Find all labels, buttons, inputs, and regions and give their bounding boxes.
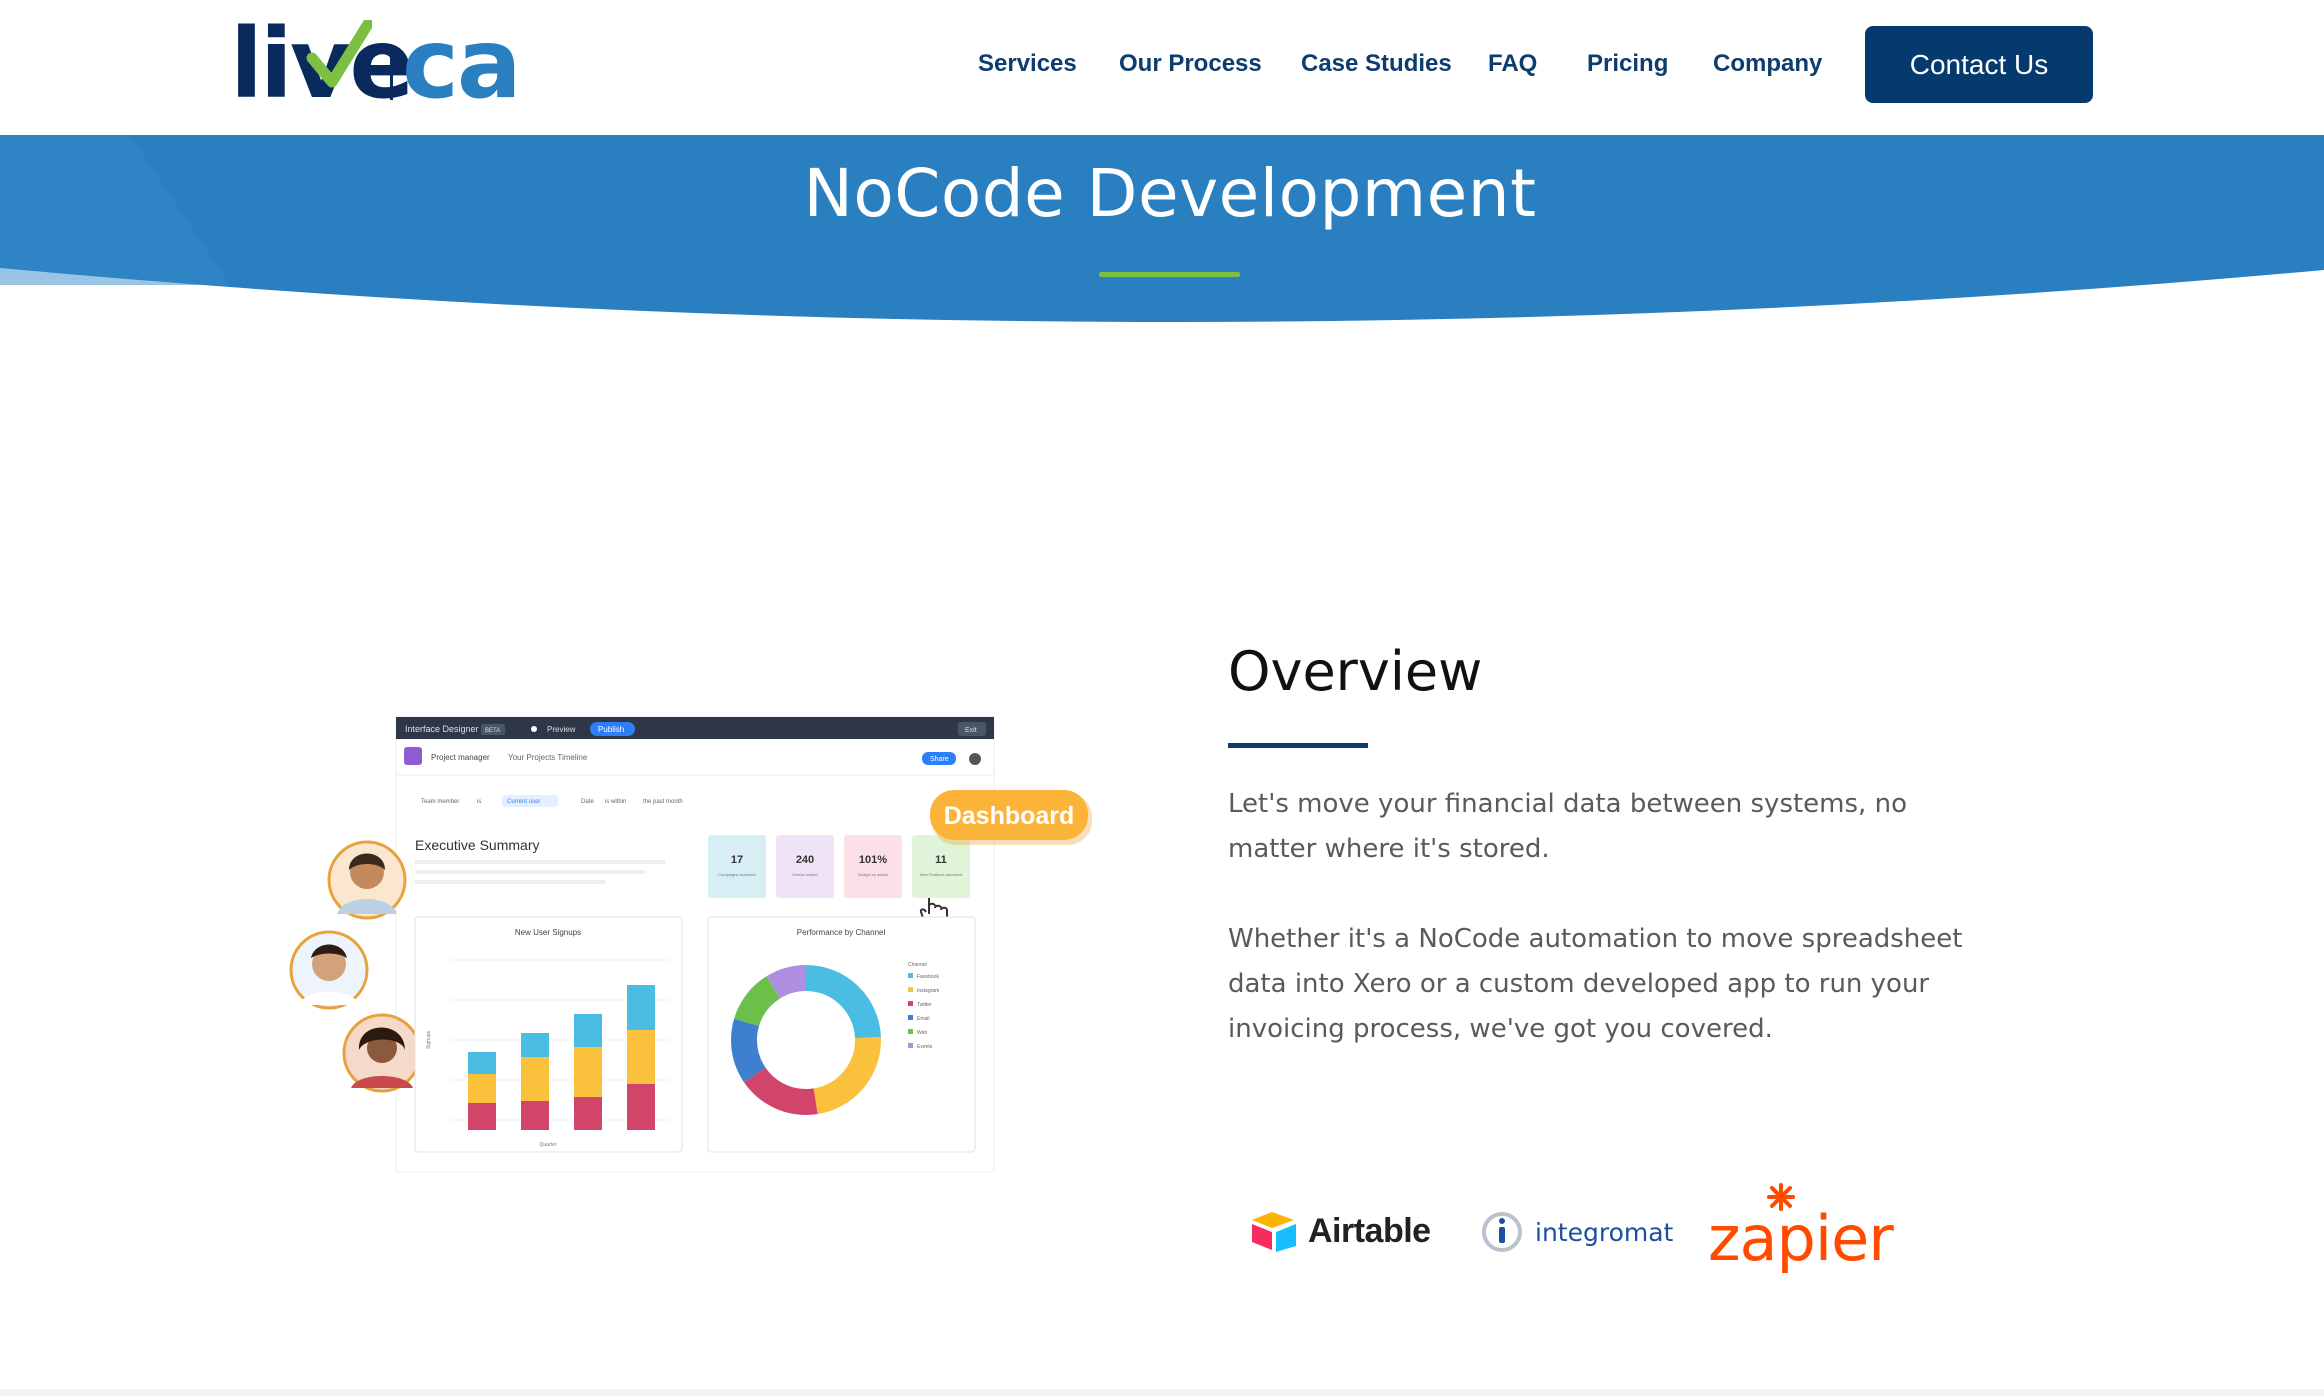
bar-chart-title: New User Signups — [515, 928, 581, 937]
publish-button: Publish — [598, 725, 624, 734]
svg-text:Current user: Current user — [507, 799, 540, 805]
svg-text:11: 11 — [935, 854, 947, 866]
nav-pricing[interactable]: Pricing — [1587, 44, 1668, 84]
beta-tag: BETA — [485, 728, 500, 734]
overview-paragraph-1: Let's move your financial data between s… — [1228, 789, 1907, 864]
svg-text:Email: Email — [917, 1016, 930, 1022]
overview-paragraph-2: Whether it's a NoCode automation to move… — [1228, 924, 1963, 1044]
svg-text:240: 240 — [796, 854, 814, 866]
integromat-label: integromat — [1535, 1218, 1674, 1247]
site-header: live ca Services Our Process Case Studie… — [0, 0, 2324, 135]
project-name: Project manager — [431, 753, 490, 762]
svg-text:101%: 101% — [859, 854, 887, 866]
svg-text:Events: Events — [917, 1044, 933, 1050]
logo-divider — [390, 48, 393, 100]
nav-company[interactable]: Company — [1713, 44, 1822, 84]
dashboard-illustration: Interface Designer BETA Preview Publish … — [289, 716, 1092, 1173]
svg-text:Web: Web — [917, 1030, 927, 1036]
user-avatar-icon — [969, 753, 981, 765]
airtable-label: Airtable — [1308, 1212, 1431, 1250]
svg-text:Campaigns launched: Campaigns launched — [718, 872, 756, 877]
title-underline — [1099, 272, 1240, 277]
svg-text:Facebook: Facebook — [917, 974, 939, 980]
partner-logos: Airtable integromat zapier — [1250, 1183, 1900, 1280]
executive-summary-heading: Executive Summary — [415, 837, 539, 853]
zapier-label: zapier — [1708, 1202, 1894, 1275]
integromat-logo: integromat — [1480, 1210, 1673, 1260]
dashboard-badge-label: Dashboard — [944, 802, 1075, 830]
svg-text:17: 17 — [731, 854, 743, 866]
overview-underline — [1228, 743, 1368, 748]
svg-text:Channel: Channel — [908, 962, 927, 968]
nav-faq[interactable]: FAQ — [1488, 44, 1537, 84]
svg-text:the past month: the past month — [643, 799, 683, 805]
svg-text:Events hosted: Events hosted — [792, 872, 817, 877]
donut-title: Performance by Channel — [797, 928, 886, 937]
airtable-logo: Airtable — [1250, 1210, 1431, 1260]
preview-toggle: Preview — [547, 725, 576, 734]
projects-timeline-label: Your Projects Timeline — [508, 753, 588, 762]
svg-text:is: is — [477, 799, 481, 805]
liveca-logo[interactable]: live ca — [230, 8, 530, 120]
svg-text:New Features launched: New Features launched — [920, 872, 962, 877]
nav-case-studies[interactable]: Case Studies — [1301, 44, 1452, 84]
checkmark-icon — [306, 20, 372, 88]
designer-title: Interface Designer — [405, 724, 479, 734]
project-icon — [404, 747, 422, 765]
svg-text:Twitter: Twitter — [917, 1002, 932, 1008]
nav-our-process[interactable]: Our Process — [1119, 44, 1262, 84]
share-button: Share — [930, 756, 949, 763]
page-title: NoCode Development — [803, 155, 1537, 232]
overview-heading: Overview — [1228, 640, 1483, 703]
bar-x-label: Quarter — [540, 1142, 557, 1148]
footer-divider — [0, 1389, 2324, 1396]
bar-y-label: Signups — [426, 1030, 432, 1049]
svg-text:is within: is within — [605, 799, 626, 805]
exit-button: Exit — [965, 727, 977, 734]
airtable-icon — [1252, 1212, 1296, 1252]
nav-services[interactable]: Services — [978, 44, 1077, 84]
page-hero-banner: NoCode Development — [0, 135, 2324, 335]
contact-us-button[interactable]: Contact Us — [1865, 26, 2093, 103]
svg-text:Team member: Team member — [421, 799, 459, 805]
integromat-icon — [1482, 1212, 1522, 1252]
svg-text:Date: Date — [581, 799, 594, 805]
svg-text:Instagram: Instagram — [917, 988, 939, 994]
svg-text:Budget vs actual: Budget vs actual — [858, 872, 888, 877]
logo-ca-text: ca — [402, 8, 522, 120]
